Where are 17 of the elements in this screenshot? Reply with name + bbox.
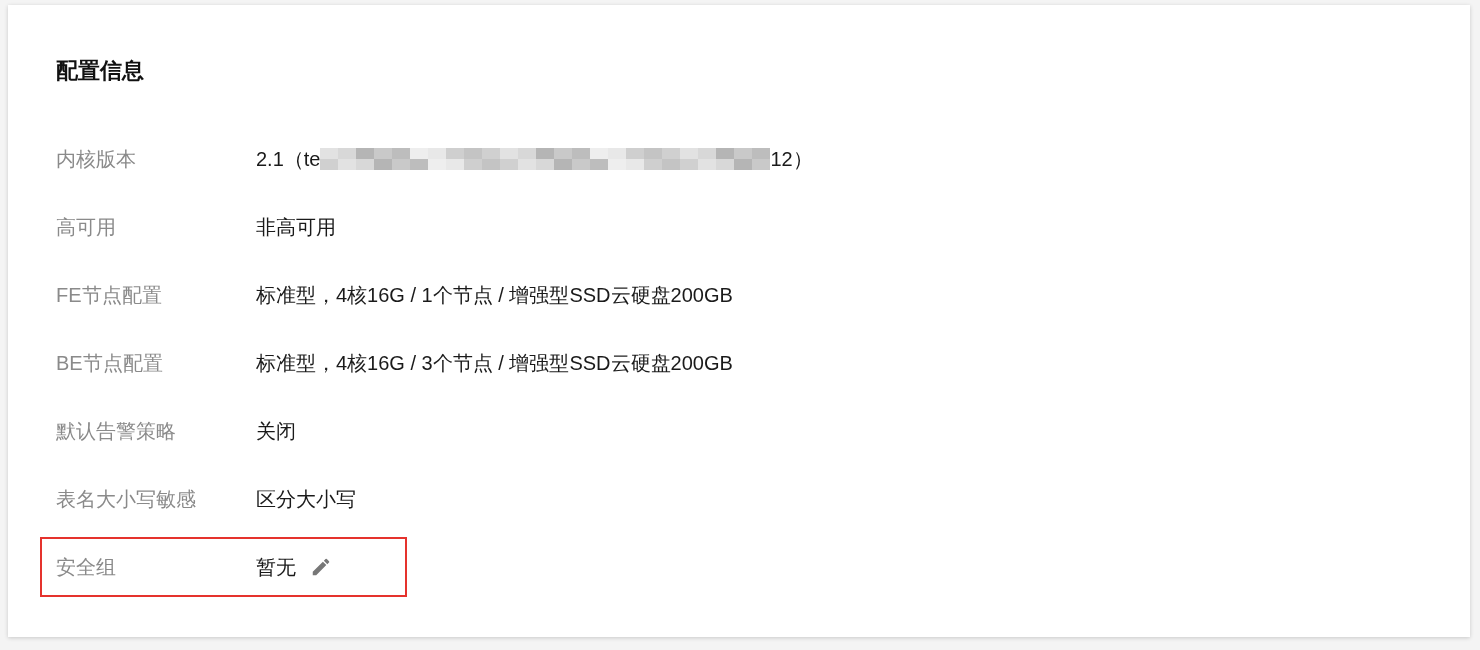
field-value: 非高可用 bbox=[256, 215, 336, 240]
field-value: 2.1（te bbox=[256, 147, 321, 172]
field-label: 默认告警策略 bbox=[56, 419, 177, 444]
field-label: 安全组 bbox=[56, 555, 117, 580]
pencil-icon[interactable] bbox=[310, 556, 332, 578]
field-label: FE节点配置 bbox=[56, 283, 163, 308]
field-label: 表名大小写敏感 bbox=[56, 487, 197, 512]
field-value: 标准型，4核16G / 1个节点 / 增强型SSD云硬盘200GB bbox=[256, 283, 733, 308]
field-label: 内核版本 bbox=[56, 147, 137, 172]
field-label: BE节点配置 bbox=[56, 351, 164, 376]
field-label: 高可用 bbox=[56, 215, 117, 240]
field-value: 关闭 bbox=[256, 419, 296, 444]
field-value: 暂无 bbox=[256, 555, 296, 580]
field-value: 标准型，4核16G / 3个节点 / 增强型SSD云硬盘200GB bbox=[256, 351, 733, 376]
field-value: 12） bbox=[770, 147, 813, 172]
card-title: 配置信息 bbox=[56, 57, 144, 85]
field-value: 区分大小写 bbox=[256, 487, 356, 512]
